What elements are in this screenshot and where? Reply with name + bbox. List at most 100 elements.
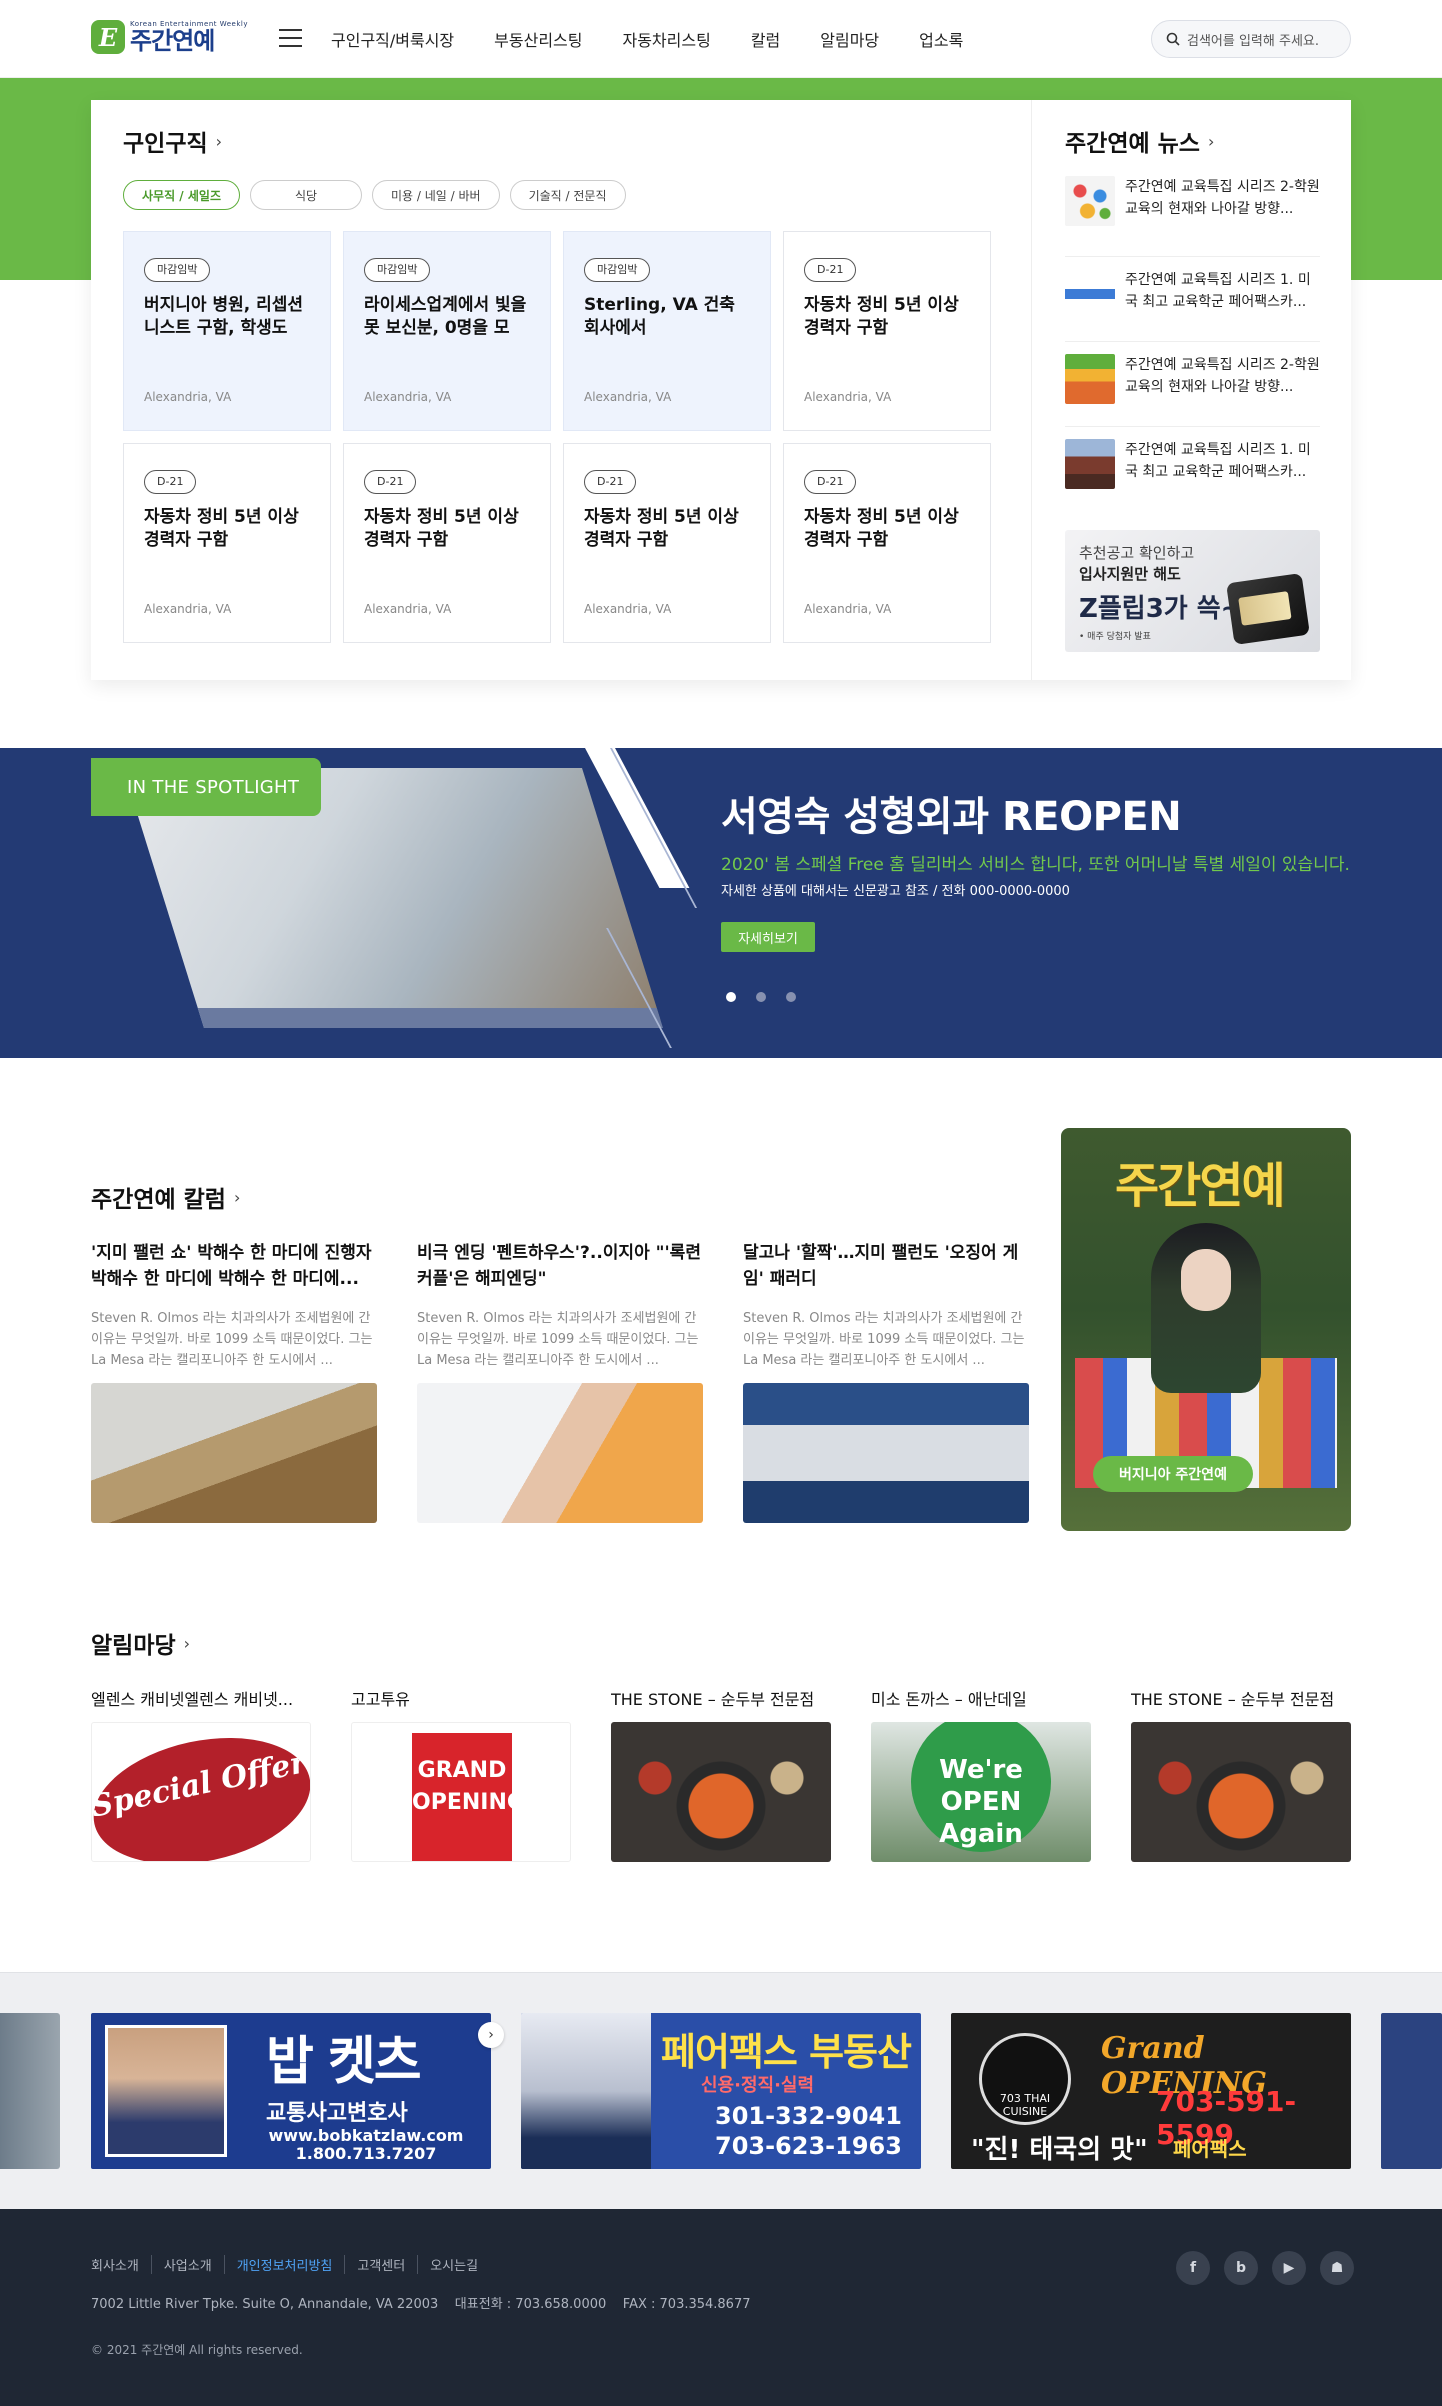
nav-item-column[interactable]: 칼럼: [751, 27, 780, 51]
column-image: [91, 1383, 377, 1523]
menu-icon[interactable]: [279, 29, 302, 49]
phone-image: [1226, 573, 1310, 645]
job-grid: 마감임박버지니아 병원, 리셉션니스트 구함, 학생도 ... Alexandri…: [123, 231, 991, 643]
magazine-button[interactable]: 버지니아 주간연예: [1093, 1456, 1253, 1492]
job-card[interactable]: D-21 자동차 정비 5년 이상 경력자 구함 Alexandria, VA: [783, 443, 991, 643]
jobs-title[interactable]: 구인구직 ›: [123, 124, 222, 158]
footer-link-privacy[interactable]: 개인정보처리방침: [223, 2255, 345, 2274]
ad-banner-thai[interactable]: 703 THAI CUISINE Grand OPENING 703-591-5…: [951, 2013, 1351, 2169]
job-card[interactable]: D-21 자동차 정비 5년 이상 경력자 구함 Alexandria, VA: [563, 443, 771, 643]
filter-tech[interactable]: 기술직 / 전문직: [509, 180, 626, 210]
column-title[interactable]: 주간연예 칼럼 ›: [91, 1180, 1081, 1214]
news-item[interactable]: 주간연예 교육특집 시리즈 2-학원교육의 현재와 나아갈 방향...: [1065, 172, 1320, 257]
column-card[interactable]: 달고나 '할짝'…지미 팰런도 '오징어 게임' 패러디 Steven R. O…: [743, 1240, 1029, 1523]
footer-link-directions[interactable]: 오시는길: [417, 2255, 490, 2274]
agent-photo: [521, 2013, 651, 2169]
job-location: Alexandria, VA: [364, 390, 452, 404]
bulletin-title[interactable]: 알림마당 ›: [91, 1626, 1351, 1660]
promo-ad[interactable]: 추천공고 확인하고 입사지원만 해도 Z플립3가 쓱~ • 매주 당첨자 발표: [1065, 530, 1320, 652]
news-thumbnail: [1065, 439, 1115, 489]
job-card[interactable]: 마감임박버지니아 병원, 리셉션니스트 구함, 학생도 ... Alexandri…: [123, 231, 331, 431]
job-title: 자동차 정비 5년 이상 경력자 구함: [144, 507, 299, 550]
spotlight-tag: IN THE SPOTLIGHT: [91, 758, 321, 816]
news-item[interactable]: 주간연예 교육특집 시리즈 2-학원교육의 현재와 나아갈 방향...: [1065, 342, 1320, 427]
job-card[interactable]: D-21 자동차 정비 5년 이상 경력자 구함 Alexandria, VA: [783, 231, 991, 431]
news-title: 주간연예 교육특집 시리즈 2-학원교육의 현재와 나아갈 방향...: [1125, 179, 1320, 217]
bulletin-card[interactable]: 엘렌스 캐비넷엘렌스 캐비넷... Special Offer: [91, 1686, 311, 1862]
job-card[interactable]: D-21 자동차 정비 5년 이상 경력자 구함 Alexandria, VA: [343, 443, 551, 643]
search-input[interactable]: 검색어를 입력해 주세요.: [1151, 20, 1351, 58]
bulletin-card[interactable]: 미소 돈까스 – 애난데일 We're OPEN Again: [871, 1686, 1091, 1862]
column-excerpt: Steven R. Olmos 라는 치과의사가 조세법원에 간 이유는 무엇일…: [417, 1311, 699, 1368]
news-item[interactable]: 주간연예 교육특집 시리즈 1. 미국 최고 교육학군 페어팩스카...: [1065, 427, 1320, 512]
job-card[interactable]: 마감임박 Sterling, VA 건축회사에서 Purchasing / 스케.…: [563, 231, 771, 431]
deadline-badge: 마감임박: [584, 258, 651, 282]
lawyer-photo: [105, 2025, 227, 2157]
spotlight-note: 자세한 상품에 대해서는 신문광고 참조 / 전화 000-0000-0000: [721, 884, 1070, 899]
spotlight-headline: 서영숙 성형외과 REOPEN: [721, 794, 1182, 840]
ad-phone: 301-332-9041: [715, 2102, 902, 2130]
ad-banner-partial[interactable]: [1381, 2013, 1442, 2169]
spotlight-detail-button[interactable]: 자세히보기: [721, 922, 815, 952]
news-thumbnail: [1065, 176, 1115, 226]
column-section: 주간연예 칼럼 › '지미 팰런 쇼' 박해수 한 마디에 진행자 박해수 한 마…: [91, 1180, 1081, 1523]
job-card[interactable]: D-21 자동차 정비 5년 이상 경력자 구함 Alexandria, VA: [123, 443, 331, 643]
column-image: [417, 1383, 703, 1523]
slide-dot[interactable]: [726, 992, 736, 1002]
job-title: 자동차 정비 5년 이상 경력자 구함: [364, 507, 519, 550]
cover-model: [1151, 1223, 1261, 1393]
bulletin-image: We're OPEN Again: [871, 1722, 1091, 1862]
ad-banner-partial[interactable]: [0, 2013, 60, 2169]
ad-banner-bobkatz[interactable]: 밥 켓츠 교통사고변호사 www.bobkatzlaw.com 1.800.713…: [91, 2013, 491, 2169]
bulletin-card[interactable]: THE STONE – 순두부 전문점: [1131, 1686, 1351, 1862]
column-card[interactable]: '지미 팰런 쇼' 박해수 한 마디에 진행자 박해수 한 마디에 박해수 한 …: [91, 1240, 377, 1523]
news-thumbnail: [1065, 269, 1115, 319]
footer-link-support[interactable]: 고객센터: [344, 2255, 417, 2274]
ad-url: www.bobkatzlaw.com: [268, 2126, 464, 2145]
main-nav: 구인구직/벼룩시장 부동산리스팅 자동차리스팅 칼럼 알림마당 업소록: [331, 27, 963, 51]
magazine-cover[interactable]: 주간연예 버지니아 주간연예: [1061, 1128, 1351, 1531]
nav-item-cars[interactable]: 자동차리스팅: [622, 27, 710, 51]
top-panel: 구인구직 › 사무직 / 세일즈 식당 미용 / 네일 / 바버 기술직 / 전문…: [91, 100, 1351, 680]
slide-dot[interactable]: [756, 992, 766, 1002]
site-logo[interactable]: E Korean Entertainment Weekly 주간연예: [91, 20, 248, 54]
special-offer-label: Special Offer: [92, 1723, 310, 1861]
job-card[interactable]: 마감임박라이세스업계에서 빛을 못 보신분, 0명을 모집... Alexandr…: [343, 231, 551, 431]
job-location: Alexandria, VA: [804, 390, 892, 404]
slide-dot[interactable]: [786, 992, 796, 1002]
slide-dots: [726, 992, 796, 1002]
footer-address: 7002 Little River Tpke. Suite O, Annanda…: [91, 2297, 751, 2312]
filter-office[interactable]: 사무직 / 세일즈: [123, 180, 240, 210]
youtube-icon[interactable]: ▶: [1272, 2251, 1306, 2285]
filter-beauty[interactable]: 미용 / 네일 / 바버: [371, 180, 500, 210]
footer-link-about[interactable]: 회사소개: [91, 2255, 151, 2274]
column-card[interactable]: 비극 엔딩 '펜트하우스'?..이지아 "'록련 커플'은 해피엔딩" Stev…: [417, 1240, 703, 1523]
kakao-icon[interactable]: ☗: [1320, 2251, 1354, 2285]
nav-item-bulletin[interactable]: 알림마당: [820, 27, 879, 51]
bulletin-title-text: 알림마당: [91, 1633, 176, 1659]
ad-carousel: 밥 켓츠 교통사고변호사 www.bobkatzlaw.com 1.800.713…: [0, 1972, 1442, 2209]
carousel-next-icon[interactable]: ›: [478, 2022, 504, 2048]
search-icon: [1166, 32, 1180, 46]
facebook-icon[interactable]: f: [1176, 2251, 1210, 2285]
nav-item-directory[interactable]: 업소록: [919, 27, 963, 51]
blog-icon[interactable]: b: [1224, 2251, 1258, 2285]
nav-item-realestate[interactable]: 부동산리스팅: [494, 27, 582, 51]
ad-banner-realestate[interactable]: 페어팩스 부동산 신용·정직·실력 301-332-9041 703-623-19…: [521, 2013, 921, 2169]
job-location: Alexandria, VA: [364, 602, 452, 616]
job-title: 버지니아 병원, 리셉션니스트 구함, 학생도 ...: [144, 295, 304, 338]
nav-item-jobs[interactable]: 구인구직/벼룩시장: [331, 27, 454, 51]
bulletin-item-title: THE STONE – 순두부 전문점: [1131, 1690, 1335, 1709]
bulletin-card[interactable]: THE STONE – 순두부 전문점: [611, 1686, 831, 1862]
filter-restaurant[interactable]: 식당: [249, 180, 362, 210]
job-location: Alexandria, VA: [804, 602, 892, 616]
news-item[interactable]: 주간연예 교육특집 시리즈 1. 미국 최고 교육학군 페어팩스카...: [1065, 257, 1320, 342]
news-title[interactable]: 주간연예 뉴스 ›: [1065, 124, 1214, 158]
footer-link-business[interactable]: 사업소개: [150, 2255, 224, 2274]
chevron-right-icon: ›: [233, 1187, 241, 1207]
job-filters: 사무직 / 세일즈 식당 미용 / 네일 / 바버 기술직 / 전문직: [123, 180, 626, 210]
grand-opening-label: GRAND OPENING: [412, 1733, 525, 1861]
bulletin-card[interactable]: 고고투유 GRAND OPENING: [351, 1686, 571, 1862]
news-list: 주간연예 교육특집 시리즈 2-학원교육의 현재와 나아갈 방향... 주간연예…: [1065, 172, 1320, 512]
column-headline: 달고나 '할짝'…지미 팰런도 '오징어 게임' 패러디: [743, 1243, 1019, 1289]
